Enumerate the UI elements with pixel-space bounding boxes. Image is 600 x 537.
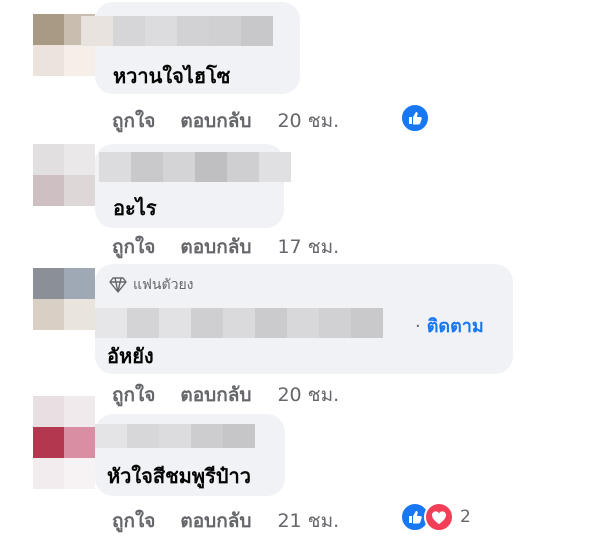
author-name-blurred[interactable] (99, 152, 291, 182)
follow-button[interactable]: · ติดตาม (415, 311, 484, 340)
comment-bubble: หวานใจไฮโซ (81, 2, 300, 94)
comment-bubble: หัวใจสีชมพูรีป๋าว (95, 414, 285, 496)
comment-item: อะไร ถูกใจ ตอบกลับ 17 ชม. (0, 140, 600, 262)
timestamp[interactable]: 20 ชม. (277, 380, 339, 410)
reaction-summary[interactable] (400, 103, 430, 133)
comment-bubble: แฟนตัวยง · ติดตาม อัหยัง (95, 264, 513, 374)
timestamp[interactable]: 17 ชม. (277, 232, 339, 262)
like-button[interactable]: ถูกใจ (112, 380, 155, 410)
comment-actions: ถูกใจ ตอบกลับ 20 ชม. (112, 106, 339, 136)
comment-actions: ถูกใจ ตอบกลับ 21 ชม. (112, 506, 339, 536)
comment-text: อะไร (113, 196, 157, 220)
comment-actions: ถูกใจ ตอบกลับ 17 ชม. (112, 232, 339, 262)
like-icon (400, 103, 430, 133)
comment-actions: ถูกใจ ตอบกลับ 20 ชม. (112, 380, 339, 410)
love-icon (424, 502, 454, 532)
top-fan-badge: แฟนตัวยง (109, 274, 194, 296)
reaction-summary[interactable]: 2 (400, 502, 471, 532)
timestamp[interactable]: 21 ชม. (277, 506, 339, 536)
comment-bubble: อะไร (95, 144, 291, 228)
follow-label: ติดตาม (426, 316, 484, 337)
comment-item: หัวใจสีชมพูรีป๋าว ถูกใจ ตอบกลับ 21 ชม. 2 (0, 396, 600, 537)
author-name-blurred[interactable] (95, 308, 383, 338)
reply-button[interactable]: ตอบกลับ (180, 506, 251, 536)
comment-text: หวานใจไฮโซ (113, 64, 231, 88)
reply-button[interactable]: ตอบกลับ (180, 106, 251, 136)
diamond-icon (109, 277, 127, 293)
avatar[interactable] (33, 144, 95, 206)
author-name-blurred[interactable] (95, 424, 255, 448)
timestamp[interactable]: 20 ชม. (277, 106, 339, 136)
like-button[interactable]: ถูกใจ (112, 106, 155, 136)
reply-button[interactable]: ตอบกลับ (180, 232, 251, 262)
badge-label: แฟนตัวยง (133, 277, 194, 293)
avatar[interactable] (33, 396, 95, 458)
reply-button[interactable]: ตอบกลับ (180, 380, 251, 410)
like-button[interactable]: ถูกใจ (112, 506, 155, 536)
author-name-blurred[interactable] (81, 16, 273, 46)
comment-text: หัวใจสีชมพูรีป๋าว (107, 464, 251, 488)
comment-item: แฟนตัวยง · ติดตาม อัหยัง ถูกใจ ตอบกลับ 20… (0, 262, 600, 410)
comment-text: อัหยัง (107, 344, 154, 368)
reaction-count: 2 (460, 507, 471, 527)
avatar[interactable] (33, 268, 95, 330)
comment-item: หวานใจไฮโซ ถูกใจ ตอบกลับ 20 ชม. (0, 0, 600, 140)
avatar-lower (33, 458, 95, 490)
like-button[interactable]: ถูกใจ (112, 232, 155, 262)
